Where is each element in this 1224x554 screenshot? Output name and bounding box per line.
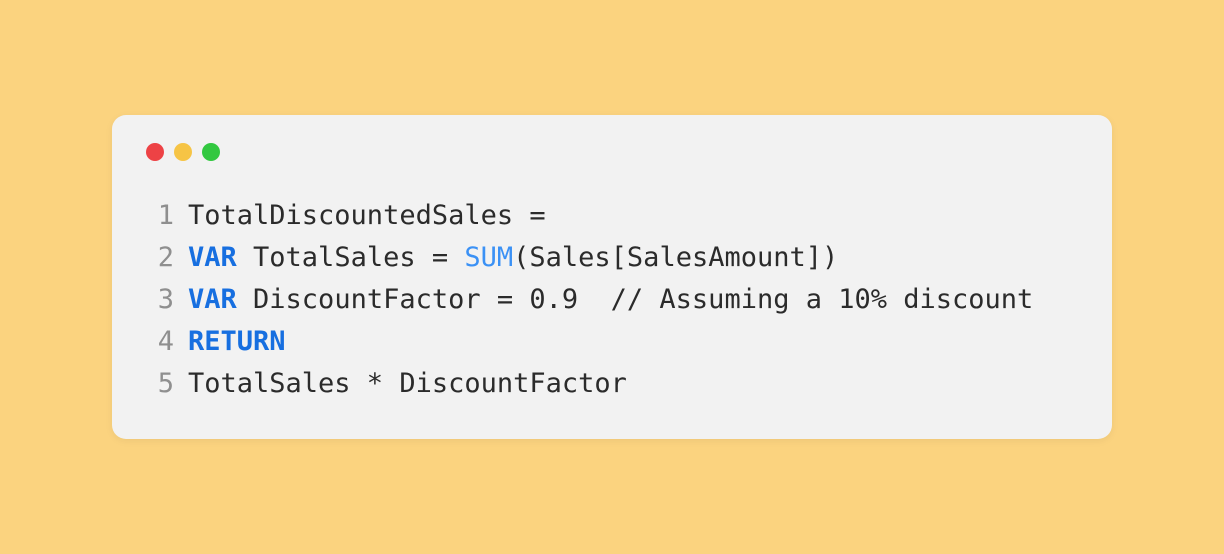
- line-number: 5: [146, 363, 188, 405]
- keyword-token: VAR: [188, 242, 237, 273]
- line-content: TotalSales * DiscountFactor: [188, 363, 1078, 405]
- keyword-token: VAR: [188, 284, 237, 315]
- code-line: 2VAR TotalSales = SUM(Sales[SalesAmount]…: [146, 237, 1078, 279]
- code-line: 5TotalSales * DiscountFactor: [146, 363, 1078, 405]
- minimize-icon[interactable]: [174, 143, 192, 161]
- code-block: 1TotalDiscountedSales = 2VAR TotalSales …: [146, 195, 1078, 404]
- line-number: 1: [146, 195, 188, 237]
- window-titlebar: [146, 143, 1078, 161]
- zoom-icon[interactable]: [202, 143, 220, 161]
- code-window: 1TotalDiscountedSales = 2VAR TotalSales …: [112, 115, 1112, 438]
- text-token: TotalSales =: [237, 242, 465, 273]
- line-number: 2: [146, 237, 188, 279]
- code-line: 3VAR DiscountFactor = 0.9 // Assuming a …: [146, 279, 1078, 321]
- line-content: TotalDiscountedSales =: [188, 195, 1078, 237]
- line-content: VAR TotalSales = SUM(Sales[SalesAmount]): [188, 237, 1078, 279]
- line-content: VAR DiscountFactor = 0.9 // Assuming a 1…: [188, 279, 1078, 321]
- line-number: 4: [146, 321, 188, 363]
- close-icon[interactable]: [146, 143, 164, 161]
- text-token: TotalDiscountedSales =: [188, 200, 562, 231]
- line-content: RETURN: [188, 321, 1078, 363]
- line-number: 3: [146, 279, 188, 321]
- function-token: SUM: [464, 242, 513, 273]
- text-token: TotalSales * DiscountFactor: [188, 368, 627, 399]
- code-line: 4RETURN: [146, 321, 1078, 363]
- text-token: DiscountFactor = 0.9 // Assuming a 10% d…: [237, 284, 1034, 315]
- keyword-token: RETURN: [188, 326, 286, 357]
- code-line: 1TotalDiscountedSales =: [146, 195, 1078, 237]
- text-token: (Sales[SalesAmount]): [513, 242, 838, 273]
